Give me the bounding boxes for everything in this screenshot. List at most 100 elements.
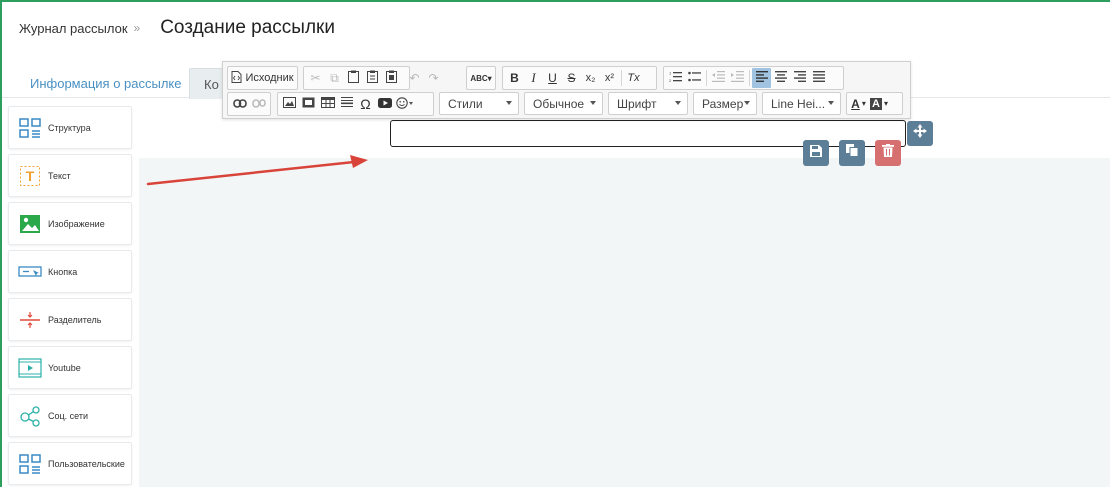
clipboard-group: ✂ ⧉ ↶ ↷ (303, 66, 439, 90)
chevron-down-icon: ▾ (883, 99, 888, 108)
spellcheck-icon: ABC▾ (470, 73, 492, 83)
align-right-button[interactable] (790, 68, 809, 88)
youtube-button[interactable] (375, 94, 394, 114)
youtube-icon (377, 97, 392, 111)
paste-word-button[interactable] (382, 68, 401, 88)
cut-button[interactable]: ✂ (306, 68, 325, 88)
bullet-list-button[interactable] (685, 68, 704, 88)
underline-button[interactable]: U (543, 68, 562, 88)
bg-color-button[interactable]: A ▾ (868, 94, 890, 114)
strike-button[interactable]: S (562, 68, 581, 88)
toolbar-separator (706, 70, 707, 86)
sidebar-item-label: Структура (48, 122, 91, 133)
source-button[interactable]: Исходник (230, 68, 295, 88)
copy-button[interactable]: ⧉ (325, 68, 344, 88)
breadcrumb-link[interactable]: Журнал рассылок (19, 21, 128, 36)
sidebar-item-label: Соц. сети (48, 410, 89, 421)
move-block-button[interactable] (907, 121, 933, 146)
text-color-icon: A (851, 96, 860, 111)
link-button[interactable] (230, 94, 249, 114)
special-char-button[interactable]: Ω (356, 94, 375, 114)
toolbar-separator (749, 70, 750, 86)
clipboard-word-icon (386, 70, 397, 86)
spellcheck-button[interactable]: ABC▾ (469, 68, 493, 88)
horizontal-line-button[interactable] (337, 94, 356, 114)
svg-text:1: 1 (669, 71, 672, 76)
redo-button[interactable]: ↷ (424, 68, 443, 88)
insert-image-button[interactable] (280, 94, 299, 114)
video-icon (17, 356, 43, 380)
rich-text-toolbar: Исходник ✂ ⧉ ↶ ↷ ABC▾ B I U S x₂ x² Tx 1 (222, 61, 911, 119)
sidebar-item-image[interactable]: Изображение (8, 202, 132, 245)
line-height-select[interactable]: Line Hei... (762, 92, 841, 115)
trash-icon (882, 144, 894, 162)
sidebar-item-social[interactable]: Соц. сети (8, 394, 132, 437)
delete-block-button[interactable] (875, 140, 901, 166)
unlink-button[interactable] (249, 94, 268, 114)
chevron-down-icon (828, 101, 834, 105)
paste-text-button[interactable] (363, 68, 382, 88)
insert-media-button[interactable] (299, 94, 318, 114)
outdent-button[interactable] (709, 68, 728, 88)
font-select[interactable]: Шрифт (608, 92, 688, 115)
breadcrumb-separator: » (133, 21, 141, 35)
emoji-button[interactable] (394, 94, 416, 114)
sidebar-item-button[interactable]: Кнопка (8, 250, 132, 293)
sidebar-item-custom[interactable]: Пользовательские (8, 442, 132, 485)
align-justify-button[interactable] (809, 68, 828, 88)
button-icon (17, 260, 43, 284)
svg-text:T: T (26, 168, 35, 184)
align-center-icon (774, 71, 787, 85)
blocks-sidebar: Структура T Текст Изображение Кнопка Раз… (6, 106, 134, 487)
sidebar-item-divider[interactable]: Разделитель (8, 298, 132, 341)
bg-color-icon: A (870, 97, 882, 110)
annotation-arrow (146, 155, 368, 186)
indent-button[interactable] (728, 68, 747, 88)
format-select[interactable]: Обычное (524, 92, 603, 115)
sidebar-item-text[interactable]: T Текст (8, 154, 132, 197)
align-center-button[interactable] (771, 68, 790, 88)
custom-icon (17, 452, 43, 476)
subscript-button[interactable]: x₂ (581, 68, 600, 88)
paragraph-group: 12 (663, 66, 844, 90)
align-left-button[interactable] (752, 68, 771, 88)
sidebar-item-label: Кнопка (48, 266, 78, 277)
size-select[interactable]: Размер (693, 92, 757, 115)
italic-button[interactable]: I (524, 68, 543, 88)
sidebar-item-label: Разделитель (48, 314, 102, 325)
chevron-down-icon (675, 101, 681, 105)
link-group (227, 92, 271, 116)
clear-format-button[interactable]: Tx (624, 68, 643, 88)
insert-table-button[interactable] (318, 94, 337, 114)
source-icon (231, 70, 242, 86)
chevron-down-icon: ▾ (861, 99, 866, 108)
undo-icon: ↶ (409, 71, 420, 85)
copy-icon (845, 144, 859, 162)
bold-button[interactable]: B (505, 68, 524, 88)
superscript-button[interactable]: x² (600, 68, 619, 88)
sidebar-item-structure[interactable]: Структура (8, 106, 132, 149)
spellcheck-group: ABC▾ (466, 66, 496, 90)
image-icon (17, 212, 43, 236)
sidebar-item-label: Текст (48, 170, 71, 181)
copy-block-button[interactable] (839, 140, 865, 166)
text-color-button[interactable]: A ▾ (849, 94, 868, 114)
numbered-list-button[interactable]: 12 (666, 68, 685, 88)
page-title: Создание рассылки (160, 17, 335, 38)
chevron-down-icon (506, 101, 512, 105)
sidebar-item-youtube[interactable]: Youtube (8, 346, 132, 389)
undo-button[interactable]: ↶ (405, 68, 424, 88)
line-height-select-value: Line Hei... (771, 96, 826, 111)
paste-button[interactable] (344, 68, 363, 88)
sidebar-item-label: Пользовательские (48, 458, 125, 469)
align-justify-icon (812, 71, 825, 85)
move-icon (913, 124, 927, 143)
clipboard-icon (348, 70, 359, 86)
tab-info[interactable]: Информация о рассылке (18, 68, 194, 99)
sidebar-item-label: Youtube (48, 362, 81, 373)
align-left-icon (755, 71, 768, 85)
size-select-value: Размер (702, 96, 744, 111)
svg-text:2: 2 (669, 78, 672, 82)
save-block-button[interactable] (803, 140, 829, 166)
styles-select[interactable]: Стили (439, 92, 519, 115)
